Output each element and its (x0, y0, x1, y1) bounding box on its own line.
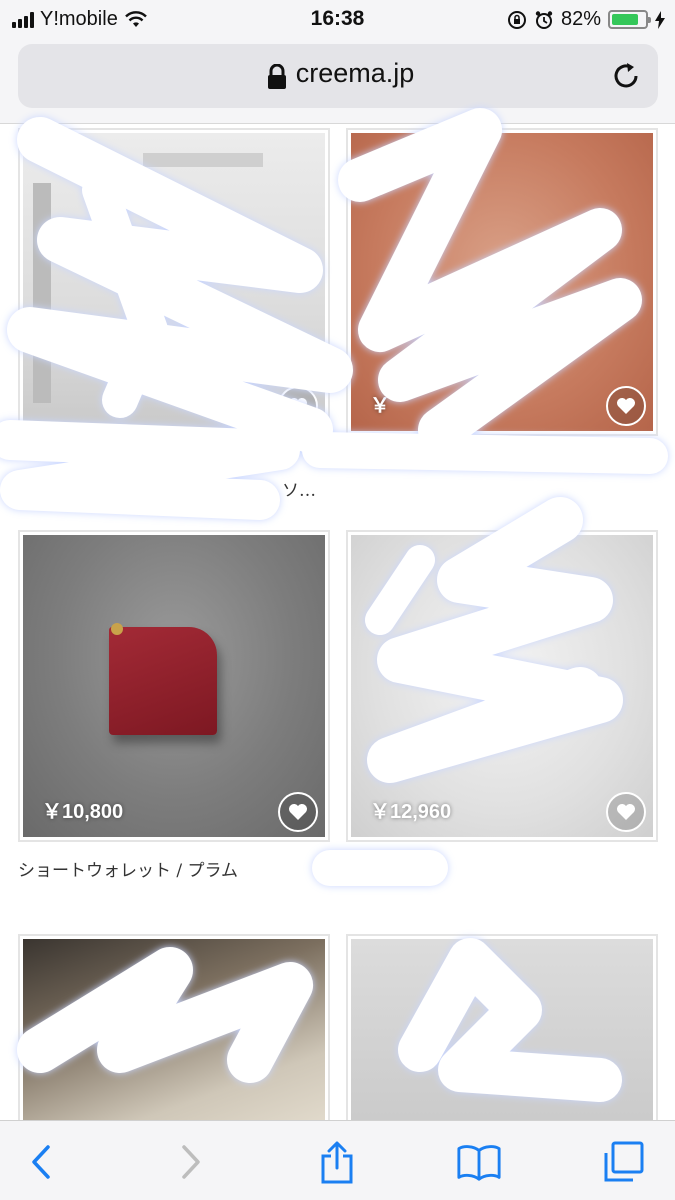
tabs-icon (604, 1141, 644, 1182)
product-card[interactable]: ￥12,960 (346, 530, 658, 842)
forward-button[interactable] (168, 1139, 214, 1185)
favorite-button[interactable] (278, 386, 318, 426)
product-title[interactable]: ショートウォレット / プラム (18, 856, 238, 881)
alarm-icon (535, 10, 553, 29)
product-card[interactable] (346, 934, 658, 1120)
heart-icon (617, 804, 635, 820)
product-image[interactable] (23, 133, 325, 431)
shelf-shape (33, 183, 51, 403)
product-card[interactable]: ￥ (346, 128, 658, 436)
product-price: ￥12,960 (370, 801, 452, 823)
share-button[interactable] (314, 1139, 360, 1185)
product-image[interactable] (351, 535, 653, 837)
heart-icon (289, 398, 307, 414)
back-button[interactable] (18, 1139, 64, 1185)
bookmarks-button[interactable] (456, 1139, 502, 1185)
url-label: creema.jp (295, 58, 415, 88)
product-grid: ￥ ソ… ￥10,800 ￥12,960 ショートウォレット / プラム (0, 124, 675, 1120)
favorite-button[interactable] (606, 792, 646, 832)
share-icon (321, 1141, 353, 1184)
status-right: 82% (507, 8, 665, 31)
tabs-button[interactable] (600, 1139, 646, 1185)
product-title[interactable]: ソ… (282, 476, 316, 501)
bookmarks-icon (457, 1145, 501, 1181)
product-card[interactable] (18, 934, 330, 1120)
shelf-shape (143, 153, 263, 167)
product-image[interactable] (351, 939, 653, 1120)
url-text[interactable]: creema.jp (18, 58, 658, 89)
product-card[interactable]: ￥10,800 (18, 530, 330, 842)
orientation-lock-icon (507, 10, 526, 29)
heart-icon (289, 804, 307, 820)
product-card[interactable] (18, 128, 330, 436)
battery-percent: 82% (560, 8, 601, 30)
browser-toolbar (0, 1120, 675, 1200)
address-bar-area: creema.jp (0, 40, 675, 124)
charging-icon (655, 10, 665, 29)
product-image[interactable] (351, 133, 653, 431)
status-bar: Y!mobile 16:38 82% (0, 0, 675, 40)
favorite-button[interactable] (278, 792, 318, 832)
heart-icon (617, 398, 635, 414)
product-price: ￥10,800 (42, 801, 124, 823)
wallet-shape (109, 627, 217, 735)
battery-fill (612, 14, 639, 25)
product-image[interactable] (23, 535, 325, 837)
zipper-pull (111, 623, 123, 635)
product-image[interactable] (23, 939, 325, 1120)
battery-icon (608, 10, 651, 29)
forward-icon (182, 1145, 200, 1179)
product-price: ￥ (370, 395, 390, 417)
back-icon (32, 1145, 50, 1179)
reload-icon[interactable] (610, 60, 642, 92)
favorite-button[interactable] (606, 386, 646, 426)
address-bar[interactable]: creema.jp (18, 44, 658, 108)
